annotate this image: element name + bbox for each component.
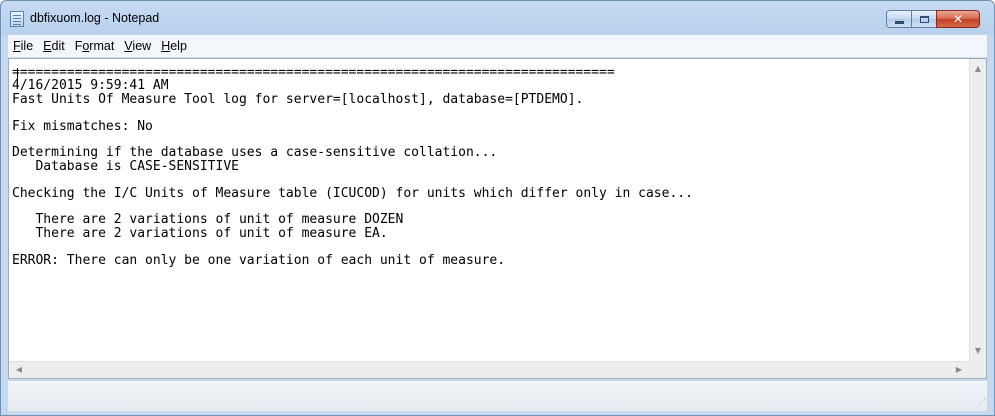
caption-buttons: ✕ xyxy=(886,10,980,29)
menu-bar: File Edit Format View Help xyxy=(8,35,987,58)
menu-file-label: File xyxy=(13,39,34,53)
menu-help[interactable]: Help xyxy=(156,36,192,56)
scroll-left-icon[interactable]: ◀ xyxy=(11,362,27,378)
menu-file[interactable]: File xyxy=(8,36,38,56)
close-button[interactable]: ✕ xyxy=(936,10,980,28)
text-editor[interactable]: ========================================… xyxy=(8,58,987,379)
document-text[interactable]: ========================================… xyxy=(9,59,969,363)
menu-help-label: Help xyxy=(161,39,187,53)
title-bar[interactable]: dbfixuom.log - Notepad ✕ xyxy=(1,1,994,35)
notepad-window: dbfixuom.log - Notepad ✕ File Edit Forma… xyxy=(0,0,995,416)
menu-view[interactable]: View xyxy=(119,36,156,56)
resize-grip-icon[interactable]: ⋰ xyxy=(975,398,986,409)
text-caret xyxy=(17,68,18,81)
menu-format-label: Format xyxy=(74,39,115,53)
maximize-icon xyxy=(919,15,929,23)
close-icon: ✕ xyxy=(952,12,964,26)
menu-format[interactable]: Format xyxy=(70,36,120,56)
scrollbar-corner xyxy=(969,361,986,378)
menu-edit[interactable]: Edit xyxy=(38,36,70,56)
menu-view-label: View xyxy=(124,39,152,53)
vertical-scrollbar[interactable]: ▲ ▼ xyxy=(969,59,986,361)
scroll-right-icon[interactable]: ▶ xyxy=(951,362,967,378)
maximize-button[interactable] xyxy=(911,10,937,28)
horizontal-scrollbar[interactable]: ◀ ▶ xyxy=(9,361,969,378)
menu-edit-label: Edit xyxy=(43,39,65,53)
minimize-button[interactable] xyxy=(886,10,912,28)
minimize-icon xyxy=(894,20,904,24)
scroll-down-icon[interactable]: ▼ xyxy=(970,343,986,359)
notepad-icon[interactable] xyxy=(10,11,24,27)
scroll-up-icon[interactable]: ▲ xyxy=(970,61,986,77)
window-title: dbfixuom.log - Notepad xyxy=(30,11,160,25)
status-bar: ⋰ xyxy=(8,380,987,411)
